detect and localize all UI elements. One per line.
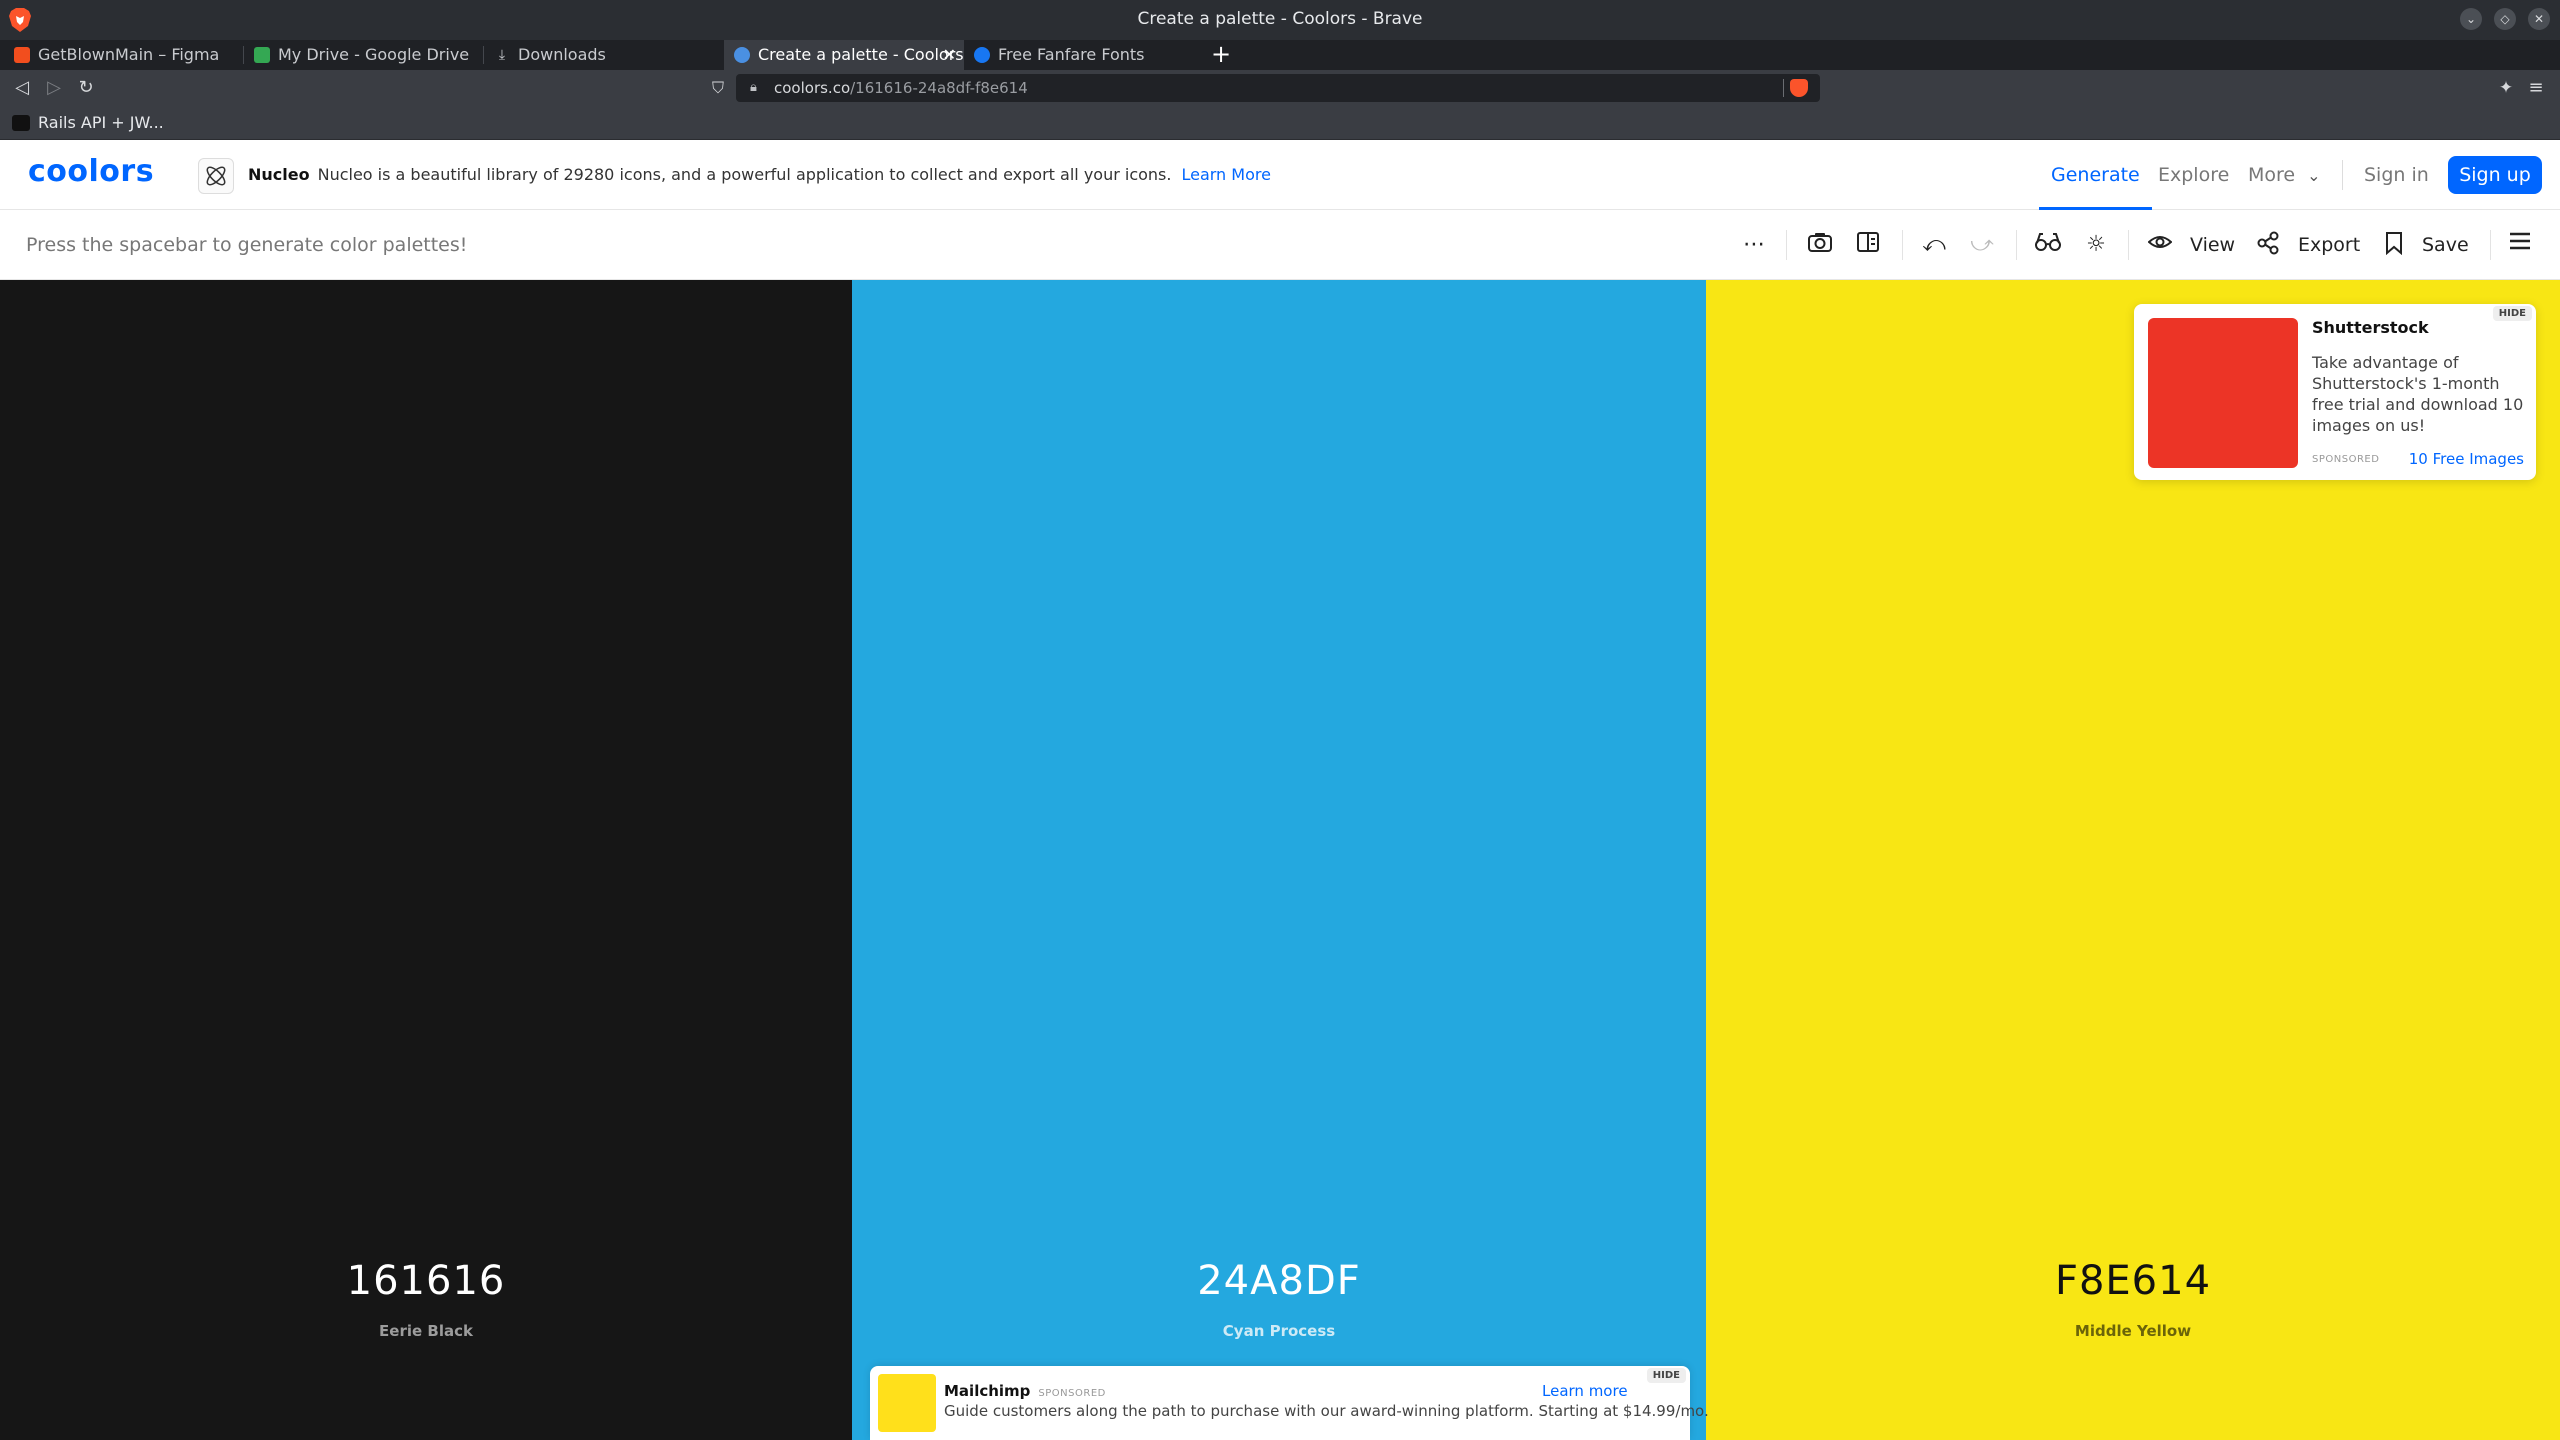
more-options-icon[interactable]: ⋯ [1740, 231, 1768, 259]
nav-generate[interactable]: Generate [2039, 140, 2152, 210]
forward-icon[interactable]: ▷ [42, 76, 66, 100]
tab-strip: GetBlownMain – Figma My Drive - Google D… [0, 40, 2560, 70]
color-name: Eerie Black [379, 1322, 473, 1340]
nav-divider [2342, 160, 2343, 190]
bookmarks-bar: Rails API + JW... [0, 106, 2560, 140]
color-hex-code[interactable]: 24A8DF [852, 1258, 1706, 1304]
nucleo-learn-more-link[interactable]: Learn More [1181, 165, 1270, 184]
bookmark-label: Rails API + JW... [38, 113, 164, 132]
tab-google-drive[interactable]: My Drive - Google Drive [244, 40, 484, 70]
hide-ad-button[interactable]: HIDE [2492, 306, 2532, 321]
figma-favicon-icon [14, 47, 30, 63]
browser-toolbar: ◁ ▷ ↻ ⛉ 🔒︎ coolors.co/161616-24a8df-f8e6… [0, 70, 2560, 106]
color-name: Middle Yellow [2074, 1322, 2192, 1340]
site-header: coolors Nucleo Nucleo is a beautiful libr… [0, 140, 2560, 210]
nucleo-ad-text: Nucleo is a beautiful library of 29280 i… [317, 165, 1172, 184]
maximize-button[interactable]: ◇ [2494, 8, 2516, 30]
brightness-icon[interactable]: ☼ [2082, 231, 2110, 259]
color-column-cyan-process[interactable]: 24A8DF Cyan Process [852, 280, 1706, 1440]
tab-coolors[interactable]: Create a palette - Coolors ✕ [724, 40, 964, 70]
sponsored-label: SPONSORED [2312, 454, 2380, 465]
close-tab-icon[interactable]: ✕ [943, 40, 956, 70]
tab-label: Free Fanfare Fonts [998, 45, 1145, 64]
window-title: Create a palette - Coolors - Brave [1137, 9, 1423, 29]
sign-up-button[interactable]: Sign up [2448, 156, 2542, 194]
nucleo-logo-icon [198, 158, 234, 194]
toolbar-divider [2490, 230, 2491, 260]
browser-title-bar: Create a palette - Coolors - Brave ⌄ ◇ ✕ [0, 0, 2560, 40]
back-icon[interactable]: ◁ [10, 76, 34, 100]
color-name: Cyan Process [1222, 1322, 1336, 1340]
hamburger-menu-icon[interactable] [2506, 231, 2534, 259]
tab-label: GetBlownMain – Figma [38, 45, 220, 64]
camera-icon[interactable] [1806, 231, 1834, 259]
ad-brand: Shutterstock [2312, 318, 2429, 337]
ad-cta-link[interactable]: Learn more [1542, 1382, 1628, 1400]
browser-menu-icon[interactable]: ≡ [2524, 76, 2548, 100]
nav-explore[interactable]: Explore [2158, 140, 2229, 210]
ad-body: Take advantage of Shutterstock's 1-month… [2312, 353, 2524, 435]
facebook-favicon-icon [974, 47, 990, 63]
brave-shields-icon[interactable] [1790, 79, 1808, 97]
google-drive-favicon-icon [254, 47, 270, 63]
eye-icon[interactable] [2146, 231, 2174, 259]
sign-in-link[interactable]: Sign in [2364, 140, 2429, 210]
shutterstock-ad[interactable]: Shutterstock Take advantage of Shutterst… [2134, 304, 2536, 480]
color-column-eerie-black[interactable]: 161616 Eerie Black [0, 280, 852, 1440]
new-tab-button[interactable]: + [1208, 41, 1234, 67]
minimize-button[interactable]: ⌄ [2460, 8, 2482, 30]
save-button[interactable]: Save [2422, 210, 2469, 280]
color-hex-code[interactable]: F8E614 [1706, 1258, 2560, 1304]
bookmark-icon[interactable]: ⛉ [708, 76, 728, 100]
mailchimp-ad[interactable]: Mailchimp SPONSORED Guide customers along… [870, 1366, 1709, 1440]
bookmark-favicon-icon [12, 115, 30, 131]
bookmark-save-icon[interactable] [2380, 231, 2408, 259]
download-icon: ⤓ [498, 47, 506, 63]
url-domain: coolors.co [774, 79, 851, 97]
undo-icon[interactable]: ⤺ [1920, 231, 1948, 259]
toolbar-divider [1786, 230, 1787, 260]
generator-toolbar: Press the spacebar to generate color pal… [0, 210, 2560, 280]
lock-icon: 🔒︎ [750, 80, 757, 95]
toolbar-divider [1902, 230, 1903, 260]
bookmark-rails-api[interactable]: Rails API + JW... [12, 111, 164, 135]
redo-icon[interactable]: ⤻ [1968, 231, 1996, 259]
toolbar-divider [2016, 230, 2017, 260]
view-button[interactable]: View [2190, 210, 2235, 280]
address-bar-divider [1783, 79, 1784, 97]
tab-label: My Drive - Google Drive [278, 45, 470, 64]
mailchimp-ad-image [878, 1374, 936, 1432]
toolbar-divider [2128, 230, 2129, 260]
url-path: /161616-24a8df-f8e614 [850, 79, 1028, 97]
tab-fanfare-fonts[interactable]: Free Fanfare Fonts [964, 40, 1204, 70]
tab-label: Downloads [518, 45, 606, 64]
chevron-down-icon: ⌄ [2307, 166, 2321, 185]
coolors-favicon-icon [734, 47, 750, 63]
sponsored-label: SPONSORED [1038, 1388, 1106, 1399]
nucleo-ad-brand: Nucleo [248, 165, 310, 184]
ad-body: Guide customers along the path to purcha… [944, 1402, 1709, 1420]
nav-more[interactable]: More ⌄ [2248, 140, 2321, 210]
hide-ad-button[interactable]: HIDE [1646, 1368, 1686, 1383]
address-bar[interactable]: 🔒︎ coolors.co/161616-24a8df-f8e614 [736, 74, 1820, 102]
coolors-logo[interactable]: coolors [28, 154, 154, 189]
ad-brand-line: Mailchimp SPONSORED [944, 1382, 1106, 1400]
spacebar-hint: Press the spacebar to generate color pal… [26, 234, 468, 256]
tab-label: Create a palette - Coolors [758, 45, 964, 64]
extensions-icon[interactable]: ✦ [2494, 76, 2518, 100]
tab-figma[interactable]: GetBlownMain – Figma [4, 40, 244, 70]
ad-brand: Mailchimp [944, 1382, 1031, 1400]
shutterstock-ad-image [2148, 318, 2298, 468]
glasses-icon[interactable] [2034, 231, 2062, 259]
color-hex-code[interactable]: 161616 [0, 1258, 852, 1304]
ad-cta-link[interactable]: 10 Free Images [2409, 450, 2524, 468]
reload-icon[interactable]: ↻ [74, 76, 98, 100]
palette-view-icon[interactable] [1854, 231, 1882, 259]
tab-downloads[interactable]: ⤓ Downloads [484, 40, 724, 70]
export-button[interactable]: Export [2298, 210, 2360, 280]
close-window-button[interactable]: ✕ [2528, 8, 2550, 30]
nav-more-label: More [2248, 164, 2296, 186]
share-icon[interactable] [2254, 231, 2282, 259]
